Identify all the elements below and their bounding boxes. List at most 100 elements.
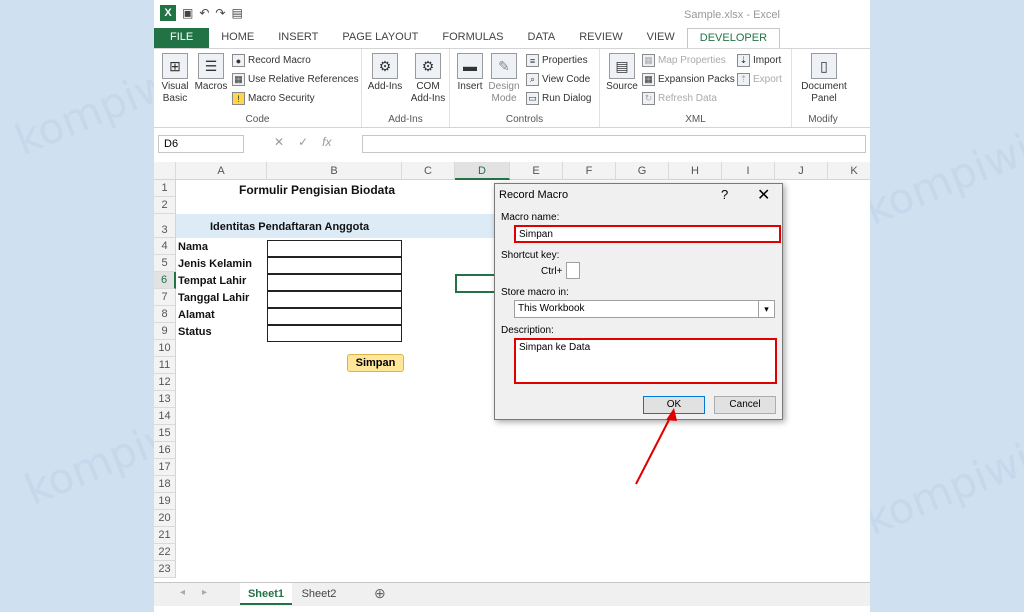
column-header[interactable]: A [176,162,267,180]
insert-control-button[interactable]: ▬ Insert [454,53,486,93]
row-header[interactable]: 22 [154,544,176,561]
row-header[interactable]: 16 [154,442,176,459]
row-header[interactable]: 8 [154,306,176,323]
row-header[interactable]: 13 [154,391,176,408]
row-header[interactable]: 2 [154,197,176,214]
cancel-icon[interactable]: ✕ [274,135,284,149]
column-header[interactable]: B [267,162,402,180]
field-input-cell[interactable] [267,240,402,257]
chevron-down-icon[interactable]: ▾ [758,301,774,317]
name-box[interactable]: D6 [158,135,244,153]
column-header[interactable]: C [402,162,455,180]
column-header[interactable]: D [455,162,510,180]
column-header[interactable]: F [563,162,616,180]
close-icon[interactable]: ✕ [757,185,770,205]
field-label: Alamat [178,309,215,321]
undo-icon[interactable]: ↶ [199,6,209,20]
row-header[interactable]: 11 [154,357,176,374]
properties-button[interactable]: ≡ Properties [526,54,588,67]
com-addins-button[interactable]: ⚙ COM Add-Ins [408,53,448,105]
row-header[interactable]: 17 [154,459,176,476]
sheet-tab-sheet1[interactable]: Sheet1 [240,583,292,605]
sheet-tab-sheet2[interactable]: Sheet2 [294,583,344,605]
row-header[interactable]: 9 [154,323,176,340]
column-header[interactable]: I [722,162,775,180]
tab-home[interactable]: HOME [209,28,266,48]
macro-name-input[interactable]: Simpan [514,225,781,243]
save-icon[interactable]: ▣ [182,6,193,20]
column-header[interactable]: J [775,162,828,180]
column-header[interactable]: G [616,162,669,180]
field-input-cell[interactable] [267,274,402,291]
row-header[interactable]: 12 [154,374,176,391]
refresh-data-button[interactable]: ↻ Refresh Data [642,92,717,105]
record-macro-dialog: Record Macro ? ✕ Macro name: Simpan Shor… [494,183,783,420]
row-header[interactable]: 10 [154,340,176,357]
tab-file[interactable]: FILE [154,28,210,48]
field-input-cell[interactable] [267,308,402,325]
row-header[interactable]: 18 [154,476,176,493]
shortcut-key-input[interactable] [566,262,580,279]
tab-view[interactable]: VIEW [635,28,687,48]
row-header[interactable]: 3 [154,214,176,238]
row-header[interactable]: 23 [154,561,176,578]
document-panel-button[interactable]: ▯ Document Panel [796,53,852,105]
fx-icon[interactable]: fx [322,135,331,149]
simpan-button[interactable]: Simpan [347,354,404,372]
visual-basic-button[interactable]: ⊞ Visual Basic [158,53,192,105]
field-input-cell[interactable] [267,325,402,342]
redo-icon[interactable]: ↷ [215,6,225,20]
formula-input[interactable] [362,135,866,153]
macros-button[interactable]: ☰ Macros [194,53,228,93]
row-header[interactable]: 5 [154,255,176,272]
macro-security-button[interactable]: ! Macro Security [232,92,315,105]
help-icon[interactable]: ? [721,187,728,202]
column-header[interactable]: H [669,162,722,180]
add-sheet-icon[interactable]: ⊕ [374,585,386,602]
scroll-right-icon[interactable]: ▸ [202,587,207,598]
tab-developer[interactable]: DEVELOPER [686,28,781,48]
relative-references-button[interactable]: ▦ Use Relative References [232,73,359,86]
row-header[interactable]: 7 [154,289,176,306]
row-header[interactable]: 14 [154,408,176,425]
row-header[interactable]: 19 [154,493,176,510]
enter-icon[interactable]: ✓ [298,135,308,149]
view-code-button[interactable]: ⌕ View Code [526,73,590,86]
row-header[interactable]: 4 [154,238,176,255]
map-properties-button[interactable]: ▦ Map Properties [642,54,726,67]
relative-references-label: Use Relative References [248,74,359,85]
run-dialog-button[interactable]: ▭ Run Dialog [526,92,591,105]
row-header[interactable]: 6 [154,272,176,289]
addins-button[interactable]: ⚙ Add-Ins [366,53,404,93]
column-header[interactable]: K [828,162,870,180]
expansion-packs-label: Expansion Packs [658,74,735,85]
description-input[interactable]: Simpan ke Data [514,338,777,384]
store-macro-select[interactable]: This Workbook ▾ [514,300,775,318]
import-button[interactable]: ⇣ Import [737,54,781,67]
cancel-button[interactable]: Cancel [714,396,776,414]
group-controls: ▬ Insert ✎ Design Mode ≡ Properties ⌕ Vi… [450,49,600,127]
expansion-packs-button[interactable]: ▦ Expansion Packs [642,73,735,86]
row-header[interactable]: 15 [154,425,176,442]
tab-page-layout[interactable]: PAGE LAYOUT [330,28,430,48]
row-header[interactable]: 21 [154,527,176,544]
row-header[interactable]: 1 [154,180,176,197]
column-header[interactable]: E [510,162,563,180]
group-modify-label: Modify [808,114,838,125]
export-button[interactable]: ⇡ Export [737,73,782,86]
tab-review[interactable]: REVIEW [567,28,634,48]
design-mode-button[interactable]: ✎ Design Mode [486,53,522,105]
tab-insert[interactable]: INSERT [266,28,330,48]
source-button[interactable]: ▤ Source [604,53,640,93]
record-macro-button[interactable]: ● Record Macro [232,54,311,67]
row-header[interactable]: 20 [154,510,176,527]
design-mode-label: Design Mode [488,81,520,104]
select-all-corner[interactable] [154,162,176,180]
ribbon: ⊞ Visual Basic ☰ Macros ● Record Macro ▦… [154,48,870,128]
field-input-cell[interactable] [267,257,402,274]
tab-formulas[interactable]: FORMULAS [430,28,515,48]
form-icon[interactable]: ▤ [231,6,242,20]
field-input-cell[interactable] [267,291,402,308]
scroll-left-icon[interactable]: ◂ [180,587,185,598]
tab-data[interactable]: DATA [516,28,568,48]
